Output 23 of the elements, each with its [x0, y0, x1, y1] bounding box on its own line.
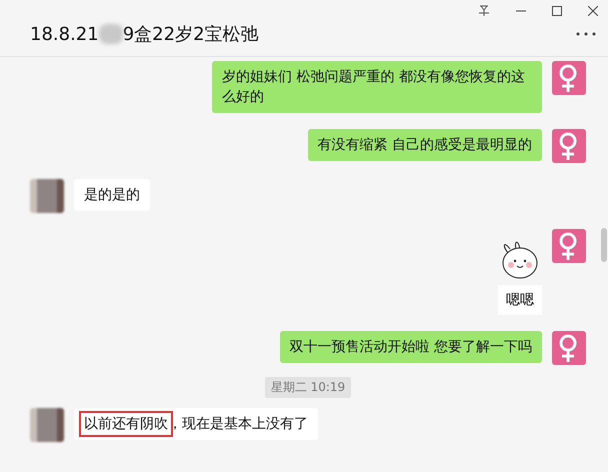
- blurred-text: [98, 24, 123, 44]
- pin-icon[interactable]: [478, 5, 490, 17]
- message-bubble: 以前还有阴吹，现在是基本上没有了: [74, 408, 318, 440]
- message-bubble: 是的是的: [74, 179, 150, 211]
- window-title: 9盒22岁2宝松弛: [122, 23, 259, 46]
- female-symbol-avatar[interactable]: [552, 61, 586, 95]
- window-title: 18.8.21: [30, 24, 99, 44]
- scrollbar[interactable]: [601, 228, 607, 262]
- more-icon[interactable]: [576, 32, 596, 36]
- maximize-icon[interactable]: [552, 6, 562, 16]
- bunny-sticker: [500, 239, 540, 281]
- message-bubble: 岁的姐妹们 松弛问题严重的 都没有像您恢复的这么好的: [212, 61, 542, 113]
- female-symbol-avatar[interactable]: [552, 229, 586, 263]
- blurred-avatar[interactable]: [30, 408, 64, 442]
- message-bubble: 双十一预售活动开始啦 您要了解一下吗: [280, 331, 542, 363]
- female-symbol-avatar[interactable]: [552, 129, 586, 163]
- minimize-icon[interactable]: [516, 10, 526, 12]
- close-icon[interactable]: [588, 6, 598, 16]
- female-symbol-avatar[interactable]: [552, 331, 586, 365]
- sticker-caption: 嗯嗯: [498, 285, 542, 315]
- blurred-avatar[interactable]: [30, 179, 64, 213]
- timestamp: 星期二 10:19: [264, 377, 352, 398]
- message-bubble: 有没有缩紧 自己的感受是最明显的: [308, 129, 542, 161]
